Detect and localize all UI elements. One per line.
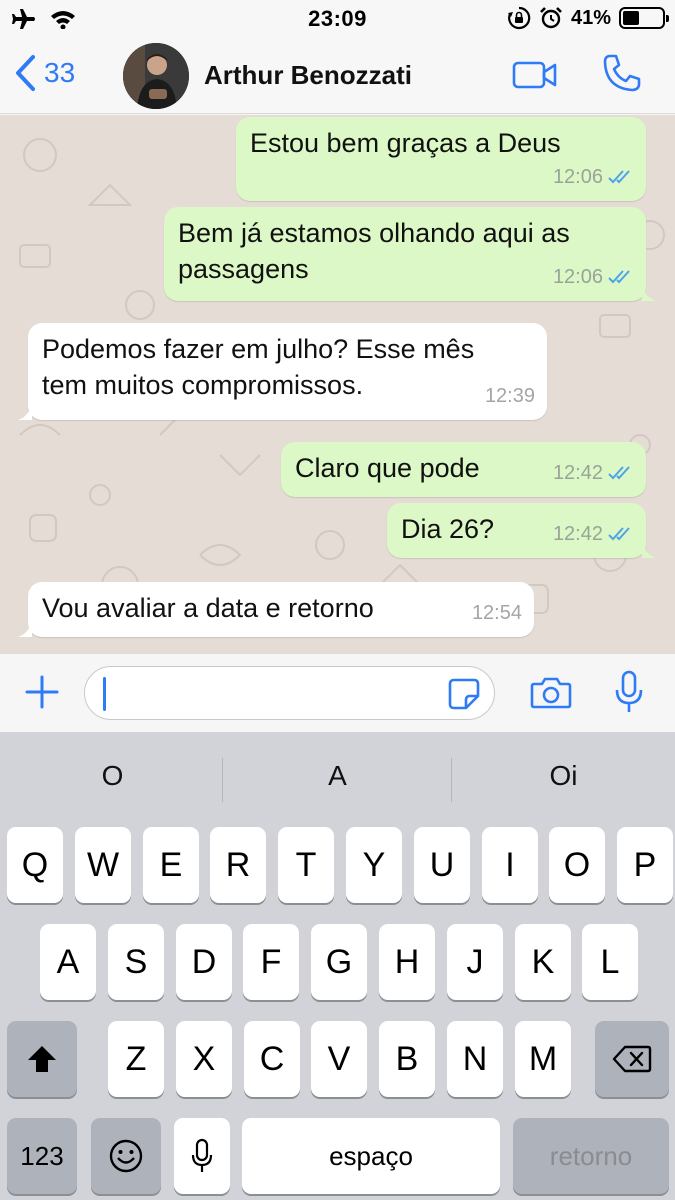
key-g[interactable]: G	[311, 924, 367, 1000]
key-q[interactable]: Q	[7, 827, 63, 903]
backspace-icon	[612, 1045, 652, 1073]
key-j[interactable]: J	[447, 924, 503, 1000]
key-m[interactable]: M	[515, 1021, 571, 1097]
backspace-key[interactable]	[595, 1021, 669, 1097]
suggestion-2[interactable]: A	[225, 760, 450, 792]
contact-name[interactable]: Arthur Benozzati	[204, 60, 412, 91]
key-s[interactable]: S	[108, 924, 164, 1000]
suggestion-1[interactable]: O	[0, 760, 225, 792]
attach-button[interactable]	[24, 674, 60, 715]
battery-percent: 41%	[570, 6, 611, 29]
key-t[interactable]: T	[278, 827, 334, 903]
battery-level	[623, 11, 639, 25]
sticker-button[interactable]	[448, 678, 480, 715]
shift-icon	[28, 1046, 56, 1072]
message-input[interactable]	[84, 666, 495, 720]
suggestion-3[interactable]: Oi	[451, 760, 675, 792]
message-composer	[0, 653, 675, 732]
return-key-label: retorno	[549, 1140, 633, 1171]
key-v[interactable]: V	[311, 1021, 367, 1097]
key-o[interactable]: O	[549, 827, 605, 903]
avatar[interactable]	[123, 43, 189, 109]
numbers-key[interactable]: 123	[7, 1118, 77, 1194]
plus-icon	[25, 675, 59, 709]
space-key[interactable]: espaço	[242, 1118, 500, 1194]
incoming-message[interactable]: Podemos fazer em julho? Esse mês tem mui…	[18, 323, 547, 420]
key-f[interactable]: F	[243, 924, 299, 1000]
message-time: 12:42	[552, 523, 603, 545]
message-time: 12:06	[552, 266, 603, 288]
message-text: Bem já estamos olhando aqui as passagens	[178, 218, 570, 284]
bubble-tail	[18, 619, 32, 637]
key-d[interactable]: D	[176, 924, 232, 1000]
dictation-key[interactable]	[174, 1118, 230, 1194]
microphone-icon	[615, 670, 643, 712]
read-receipt-icon	[608, 170, 630, 184]
key-z[interactable]: Z	[108, 1021, 164, 1097]
emoji-key[interactable]	[91, 1118, 161, 1194]
return-key[interactable]: retorno	[513, 1118, 669, 1194]
outgoing-message[interactable]: Estou bem graças a Deus 12:06	[236, 117, 646, 201]
chat-header: 33 Arthur Benozzati	[0, 38, 675, 114]
key-b[interactable]: B	[379, 1021, 435, 1097]
incoming-message[interactable]: Vou avaliar a data e retorno 12:54	[18, 582, 534, 637]
suggestion-bar: O A Oi	[0, 732, 675, 825]
key-r[interactable]: R	[210, 827, 266, 903]
status-bar: 23:09 41%	[0, 0, 675, 38]
outgoing-message[interactable]: Bem já estamos olhando aqui as passagens…	[164, 207, 656, 301]
battery-icon	[619, 7, 669, 29]
message-text: Dia 26?	[401, 514, 495, 544]
read-receipt-icon	[608, 270, 630, 284]
key-k[interactable]: K	[515, 924, 571, 1000]
shift-key[interactable]	[7, 1021, 77, 1097]
sticker-icon	[448, 678, 480, 710]
message-text: Podemos fazer em julho? Esse mês tem mui…	[42, 334, 475, 400]
unread-count: 33	[44, 57, 76, 88]
key-u[interactable]: U	[414, 827, 470, 903]
video-call-button[interactable]	[512, 60, 558, 95]
alarm-icon	[540, 7, 562, 29]
bubble-tail	[642, 540, 656, 558]
message-text: Estou bem graças a Deus	[250, 128, 561, 158]
phone-icon	[603, 54, 641, 92]
key-n[interactable]: N	[447, 1021, 503, 1097]
key-p[interactable]: P	[617, 827, 673, 903]
outgoing-message[interactable]: Claro que pode 12:42	[281, 442, 646, 497]
key-x[interactable]: X	[176, 1021, 232, 1097]
back-button[interactable]: 33	[14, 54, 75, 92]
key-c[interactable]: C	[244, 1021, 300, 1097]
key-y[interactable]: Y	[346, 827, 402, 903]
emoji-icon	[109, 1139, 143, 1173]
chevron-left-icon	[16, 55, 35, 91]
key-l[interactable]: L	[582, 924, 638, 1000]
key-a[interactable]: A	[40, 924, 96, 1000]
read-receipt-icon	[608, 527, 630, 541]
key-e[interactable]: E	[143, 827, 199, 903]
bubble-tail	[18, 402, 32, 420]
camera-icon	[530, 677, 572, 709]
key-w[interactable]: W	[75, 827, 131, 903]
chat-area[interactable]: Estou bem graças a Deus 12:06 Bem já estam…	[0, 115, 675, 653]
key-i[interactable]: I	[482, 827, 538, 903]
key-h[interactable]: H	[379, 924, 435, 1000]
camera-button[interactable]	[530, 676, 572, 715]
read-receipt-icon	[608, 466, 630, 480]
outgoing-message[interactable]: Dia 26? 12:42	[387, 503, 656, 558]
voice-call-button[interactable]	[601, 52, 643, 99]
message-text: Claro que pode	[295, 453, 480, 483]
keyboard: O A Oi QWERTYUIOPASDFGHJKLZXCVBNM 123 es…	[0, 732, 675, 1200]
message-time: 12:39	[484, 385, 535, 407]
message-text: Vou avaliar a data e retorno	[42, 593, 374, 623]
message-time: 12:54	[471, 602, 522, 624]
orientation-lock-icon	[507, 6, 531, 30]
message-time: 12:42	[552, 462, 603, 484]
text-cursor	[103, 677, 106, 711]
bubble-tail	[642, 283, 656, 301]
microphone-icon	[191, 1138, 213, 1172]
video-call-icon	[512, 61, 557, 89]
voice-message-button[interactable]	[614, 670, 644, 719]
message-time: 12:06	[552, 166, 603, 188]
